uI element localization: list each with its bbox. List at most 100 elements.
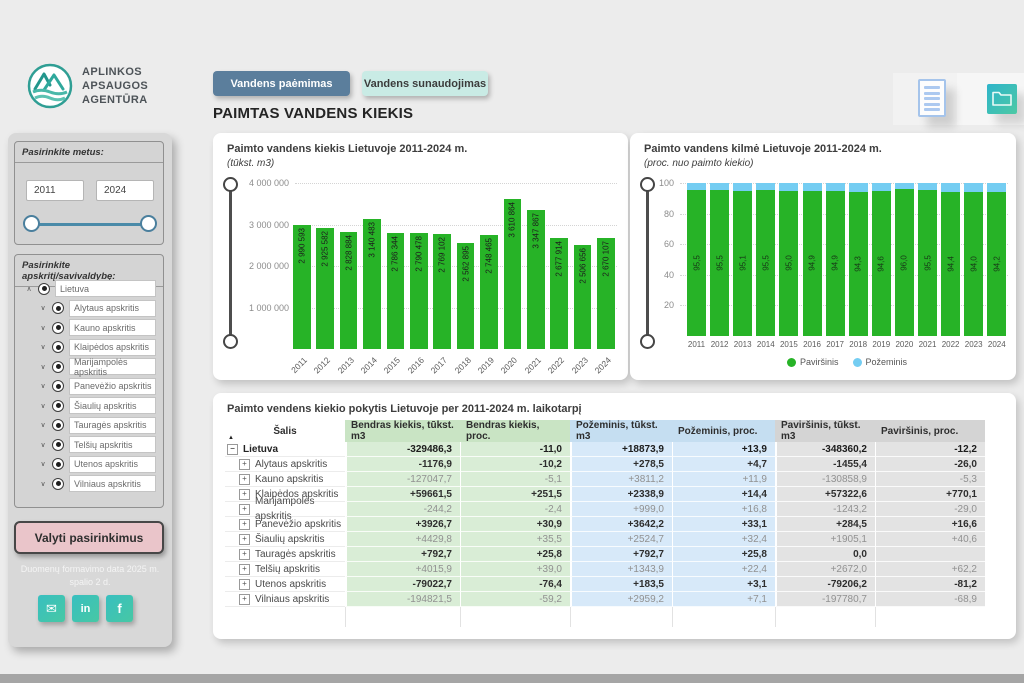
value-cell: -5,1: [460, 472, 570, 487]
slider-handle-bottom[interactable]: [640, 334, 655, 349]
region-item-taurag-s-apskritis[interactable]: ∨ Tauragės apskritis: [15, 416, 163, 436]
column-header-bendras-kiekis-t-kst-m3[interactable]: Bendras kiekis, tūkst. m3: [345, 420, 460, 442]
chevron-down-icon[interactable]: ∨: [38, 324, 48, 332]
chevron-down-icon[interactable]: ∨: [38, 441, 48, 449]
logo-line1: APLINKOS: [82, 65, 148, 79]
expand-icon[interactable]: +: [239, 594, 250, 605]
table-row-iauli-apskritis[interactable]: +Šiaulių apskritis+4429,8+35,5+2524,7+32…: [225, 532, 985, 547]
year-from-input[interactable]: 2011: [26, 180, 84, 201]
region-name[interactable]: Tauragės apskritis: [69, 417, 156, 434]
expand-icon[interactable]: +: [239, 534, 250, 545]
chevron-down-icon[interactable]: ∨: [38, 363, 48, 371]
radio-icon[interactable]: [52, 341, 64, 353]
region-name[interactable]: Klaipėdos apskritis: [69, 339, 156, 356]
radio-icon[interactable]: [52, 361, 64, 373]
column-header-po-eminis-t-kst-m3[interactable]: Požeminis, tūkst. m3: [570, 420, 672, 442]
column-header-bendras-kiekis-proc[interactable]: Bendras kiekis, proc.: [460, 420, 570, 442]
region-item-klaip-dos-apskritis[interactable]: ∨ Klaipėdos apskritis: [15, 338, 163, 358]
region-name[interactable]: Šiaulių apskritis: [69, 397, 156, 414]
region-item-marijampol-s-apskritis[interactable]: ∨ Marijampolės apskritis: [15, 357, 163, 377]
slider-handle-left[interactable]: [23, 215, 40, 232]
slider-handle-right[interactable]: [140, 215, 157, 232]
year-to-input[interactable]: 2024: [96, 180, 154, 201]
region-name[interactable]: Panevėžio apskritis: [69, 378, 156, 395]
region-item-alytaus-apskritis[interactable]: ∨ Alytaus apskritis: [15, 299, 163, 319]
tab-vandens-sunaudojimas[interactable]: Vandens sunaudojimas: [362, 71, 488, 96]
region-item-tel-i-apskritis[interactable]: ∨ Telšių apskritis: [15, 435, 163, 455]
region-item-lietuva[interactable]: ∧ Lietuva: [15, 279, 163, 299]
value-cell: -59,2: [460, 592, 570, 607]
chevron-down-icon[interactable]: ∨: [38, 421, 48, 429]
chevron-down-icon[interactable]: ∨: [38, 402, 48, 410]
collapse-icon[interactable]: −: [227, 444, 238, 455]
region-name[interactable]: Utenos apskritis: [69, 456, 156, 473]
legend-item-pavir-inis[interactable]: Paviršinis: [787, 357, 839, 367]
empty-cell: [775, 607, 875, 627]
table-row-taurag-s-apskritis[interactable]: +Tauragės apskritis+792,7+25,8+792,7+25,…: [225, 547, 985, 562]
radio-icon[interactable]: [52, 302, 64, 314]
radio-icon[interactable]: [52, 380, 64, 392]
radio-icon[interactable]: [52, 400, 64, 412]
column-header-pavir-inis-proc[interactable]: Paviršinis, proc.: [875, 420, 985, 442]
x-tick-label: 2015: [776, 340, 802, 349]
legend-item-po-eminis[interactable]: Požeminis: [853, 357, 908, 367]
column-header-po-eminis-proc[interactable]: Požeminis, proc.: [672, 420, 775, 442]
facebook-icon[interactable]: f: [106, 595, 133, 622]
radio-icon[interactable]: [52, 419, 64, 431]
y-tick-label: 4 000 000: [241, 178, 289, 188]
expand-icon[interactable]: +: [239, 549, 250, 560]
column-header-pavir-inis-t-kst-m3[interactable]: Paviršinis, tūkst. m3: [775, 420, 875, 442]
region-item-kauno-apskritis[interactable]: ∨ Kauno apskritis: [15, 318, 163, 338]
column-header-alis[interactable]: Šalis▲: [225, 420, 345, 442]
region-name[interactable]: Kauno apskritis: [69, 319, 156, 336]
expand-icon[interactable]: +: [239, 474, 250, 485]
radio-icon[interactable]: [52, 322, 64, 334]
table-row-alytaus-apskritis[interactable]: +Alytaus apskritis-1176,9-10,2+278,5+4,7…: [225, 457, 985, 472]
region-item-vilniaus-apskritis[interactable]: ∨ Vilniaus apskritis: [15, 474, 163, 494]
expand-icon[interactable]: +: [239, 459, 250, 470]
table-row-tel-i-apskritis[interactable]: +Telšių apskritis+4015,9+39,0+1343,9+22,…: [225, 562, 985, 577]
table-row-utenos-apskritis[interactable]: +Utenos apskritis-79022,7-76,4+183,5+3,1…: [225, 577, 985, 592]
chart2-zoom-slider[interactable]: [639, 177, 656, 349]
region-name[interactable]: Marijampolės apskritis: [69, 358, 156, 375]
radio-icon[interactable]: [38, 283, 50, 295]
chevron-down-icon[interactable]: ∨: [38, 460, 48, 468]
expand-icon[interactable]: +: [239, 579, 250, 590]
chevron-down-icon[interactable]: ∨: [38, 343, 48, 351]
slider-handle-bottom[interactable]: [223, 334, 238, 349]
row-name-cell: +Alytaus apskritis: [225, 457, 345, 472]
region-item-panev-io-apskritis[interactable]: ∨ Panevėžio apskritis: [15, 377, 163, 397]
table-row-panev-io-apskritis[interactable]: +Panevėžio apskritis+3926,7+30,9+3642,2+…: [225, 517, 985, 532]
linkedin-icon[interactable]: in: [72, 595, 99, 622]
clear-selections-button[interactable]: Valyti pasirinkimus: [14, 521, 164, 554]
table-row-kauno-apskritis[interactable]: +Kauno apskritis-127047,7-5,1+3811,2+11,…: [225, 472, 985, 487]
chevron-down-icon[interactable]: ∨: [38, 304, 48, 312]
tab-vandens-paemimas[interactable]: Vandens paėmimas: [213, 71, 350, 96]
expand-icon[interactable]: +: [239, 564, 250, 575]
table-row-marijampol-s-apskritis[interactable]: +Marijampolės apskritis-244,2-2,4+999,0+…: [225, 502, 985, 517]
region-item-iauli-apskritis[interactable]: ∨ Šiaulių apskritis: [15, 396, 163, 416]
empty-cell: [225, 607, 345, 627]
expand-icon[interactable]: +: [239, 504, 250, 515]
chevron-down-icon[interactable]: ∨: [38, 480, 48, 488]
chart1-zoom-slider[interactable]: [222, 177, 239, 349]
expand-icon[interactable]: +: [239, 519, 250, 530]
folder-icon[interactable]: [987, 84, 1017, 114]
region-name[interactable]: Alytaus apskritis: [69, 300, 156, 317]
expand-icon[interactable]: +: [239, 489, 250, 500]
chevron-down-icon[interactable]: ∨: [38, 382, 48, 390]
email-icon[interactable]: ✉: [38, 595, 65, 622]
slider-handle-top[interactable]: [223, 177, 238, 192]
year-range-slider[interactable]: [23, 214, 157, 234]
region-name[interactable]: Lietuva: [55, 280, 156, 297]
document-icon[interactable]: [918, 79, 946, 117]
table-row-vilniaus-apskritis[interactable]: +Vilniaus apskritis-194821,5-59,2+2959,2…: [225, 592, 985, 607]
region-name[interactable]: Telšių apskritis: [69, 436, 156, 453]
radio-icon[interactable]: [52, 458, 64, 470]
region-item-utenos-apskritis[interactable]: ∨ Utenos apskritis: [15, 455, 163, 475]
chevron-up-icon[interactable]: ∧: [24, 285, 34, 293]
region-name[interactable]: Vilniaus apskritis: [69, 475, 156, 492]
radio-icon[interactable]: [52, 439, 64, 451]
radio-icon[interactable]: [52, 478, 64, 490]
table-row-lietuva[interactable]: −Lietuva-329486,3-11,0+18873,9+13,9-3483…: [225, 442, 985, 457]
